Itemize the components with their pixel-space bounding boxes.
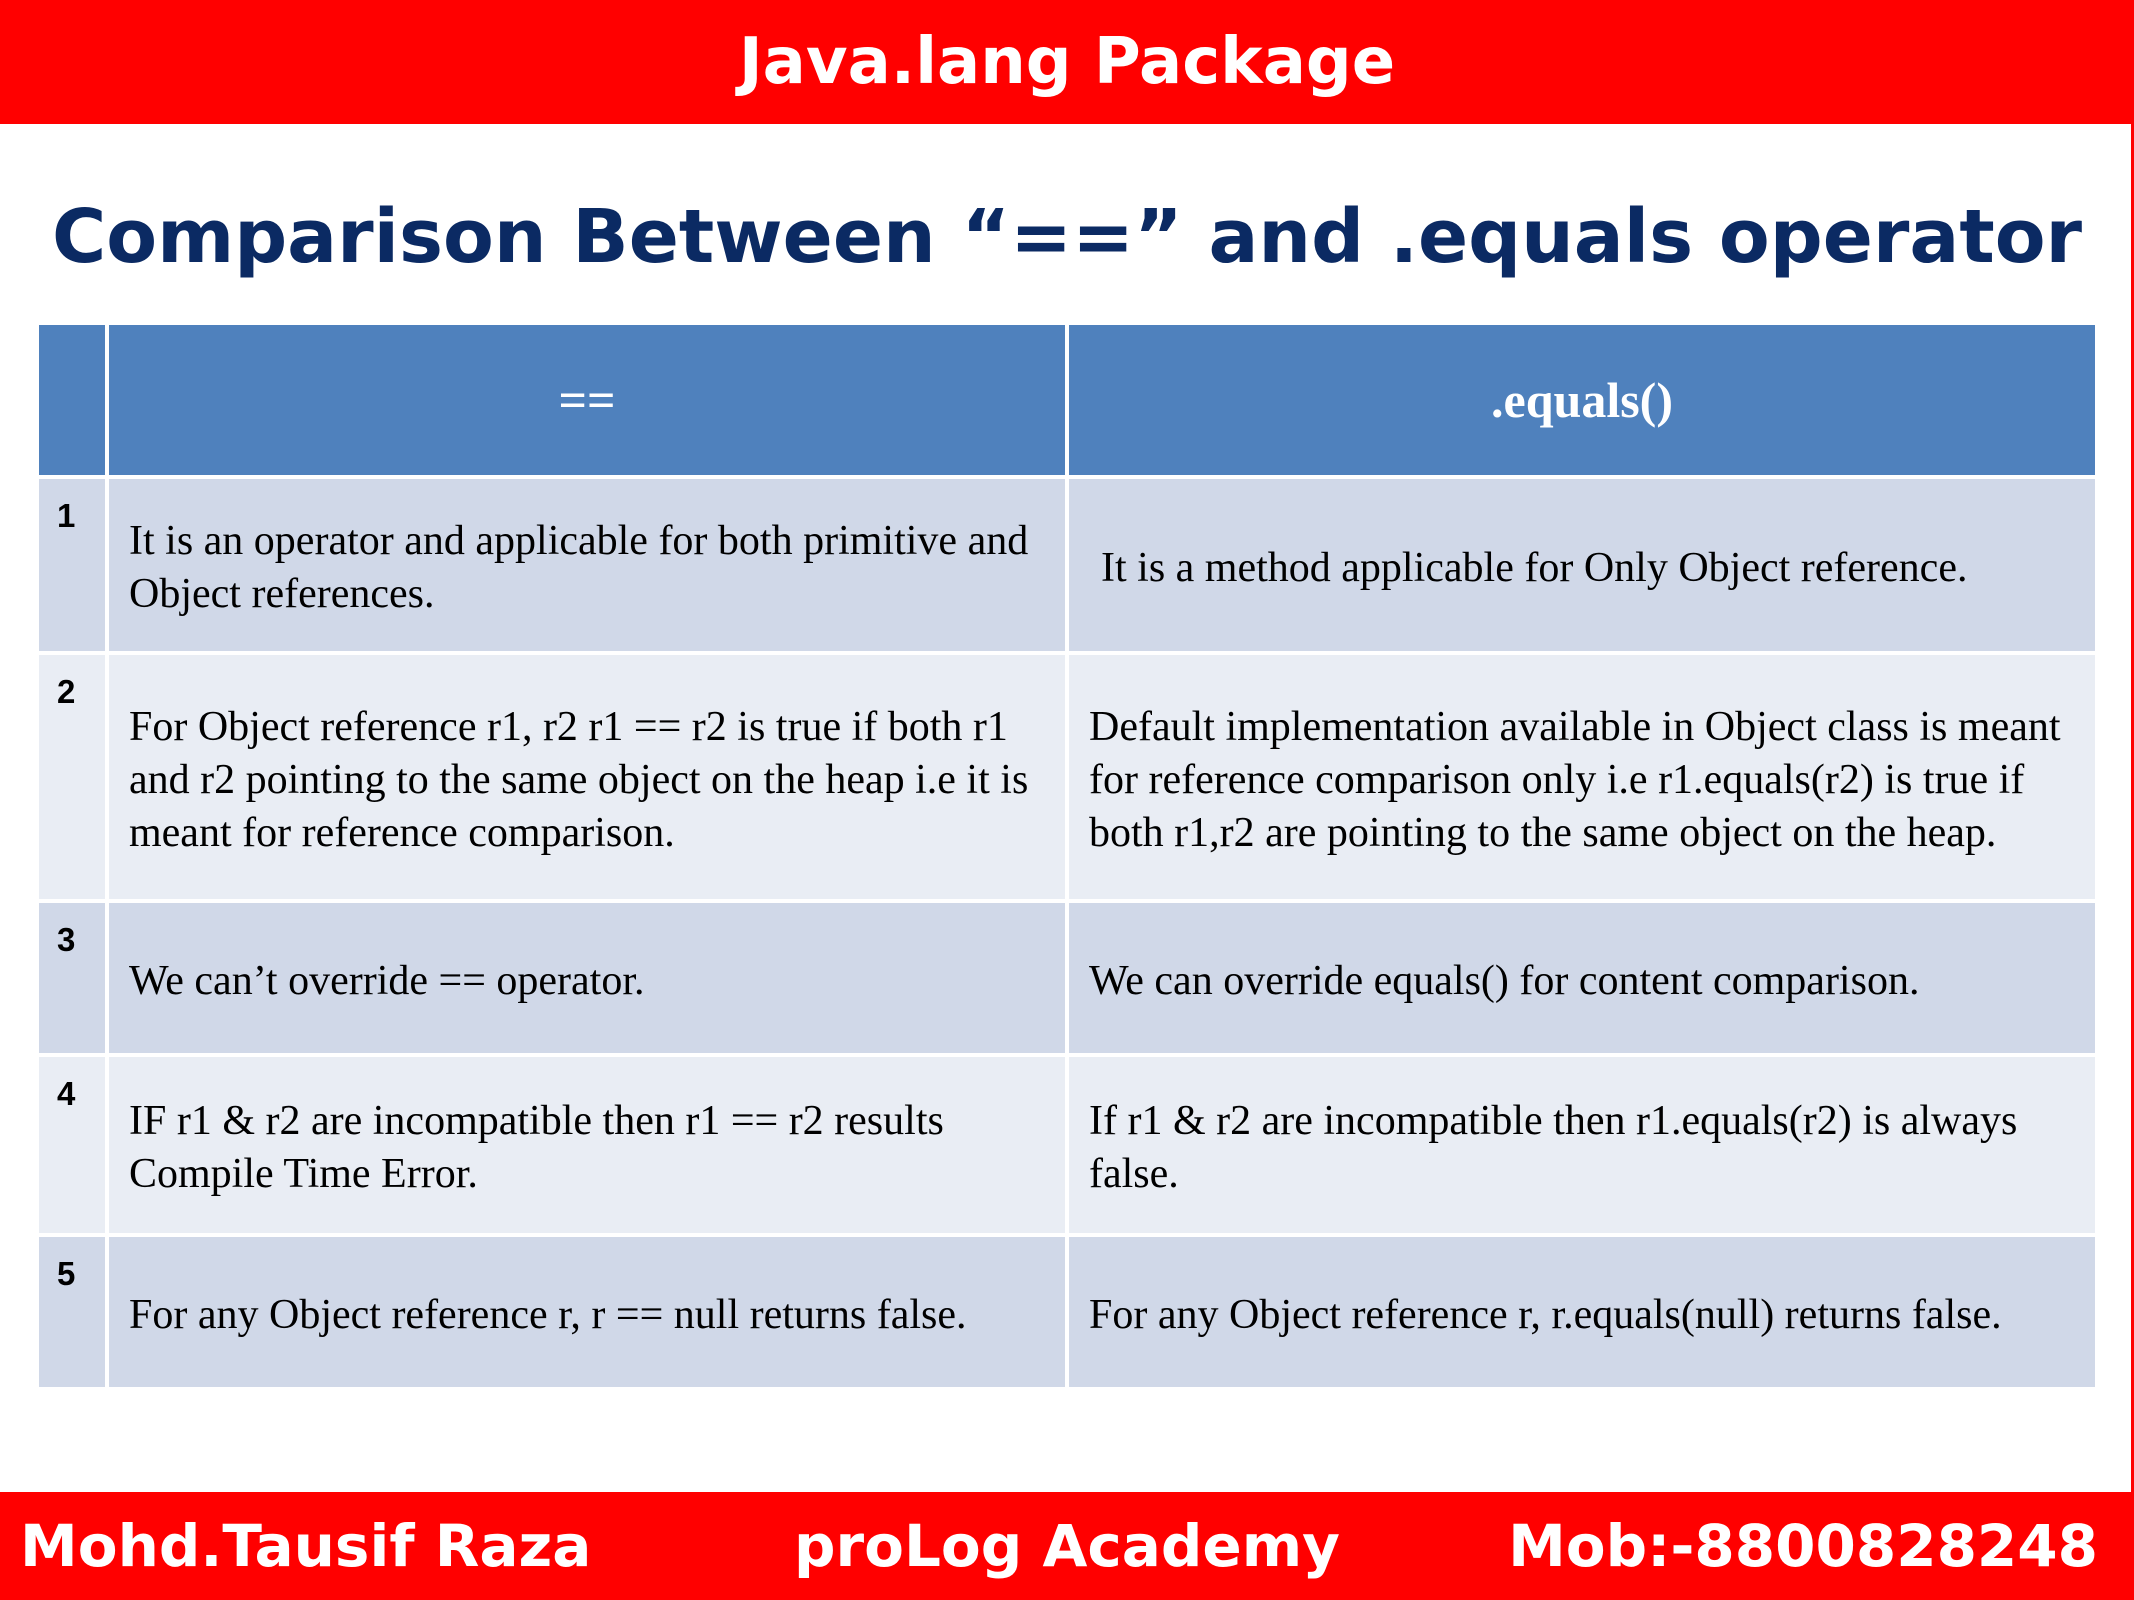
row-number: 2 [35,651,109,903]
comparison-table: == .equals() 1 It is an operator and app… [35,321,2099,1391]
row-number: 4 [35,1053,109,1237]
header-equals-method: .equals() [1065,321,2099,479]
table-row: 5 For any Object reference r, r == null … [35,1233,2099,1391]
table-row: 3 We can’t override == operator. We can … [35,899,2099,1057]
double-equals-cell: For any Object reference r, r == null re… [105,1233,1069,1391]
equals-method-cell: We can override equals() for content com… [1065,899,2099,1057]
row-number: 1 [35,475,109,655]
table-row: 1 It is an operator and applicable for b… [35,475,2099,655]
slide-heading: Comparison Between “==” and .equals oper… [51,194,2083,280]
double-equals-cell: IF r1 & r2 are incompatible then r1 == r… [105,1053,1069,1237]
header-number-column [35,321,109,479]
table-row: 2 For Object reference r1, r2 r1 == r2 i… [35,651,2099,903]
row-number: 3 [35,899,109,1057]
equals-method-cell: It is a method applicable for Only Objec… [1065,475,2099,655]
equals-method-cell: Default implementation available in Obje… [1065,651,2099,903]
footer-banner: proLog Academy Mohd.Tausif Raza Mob:-880… [0,1492,2134,1600]
footer-phone: Mob:-8800828248 [1508,1512,2098,1580]
header-double-equals: == [105,321,1069,479]
equals-method-cell: For any Object reference r, r.equals(nul… [1065,1233,2099,1391]
double-equals-cell: For Object reference r1, r2 r1 == r2 is … [105,651,1069,903]
table-header-row: == .equals() [35,321,2099,479]
equals-method-cell: If r1 & r2 are incompatible then r1.equa… [1065,1053,2099,1237]
footer-author: Mohd.Tausif Raza [20,1512,592,1580]
double-equals-cell: We can’t override == operator. [105,899,1069,1057]
row-number: 5 [35,1233,109,1391]
top-banner: Java.lang Package [0,0,2134,124]
table-row: 4 IF r1 & r2 are incompatible then r1 ==… [35,1053,2099,1237]
banner-title: Java.lang Package [738,25,1396,99]
double-equals-cell: It is an operator and applicable for bot… [105,475,1069,655]
